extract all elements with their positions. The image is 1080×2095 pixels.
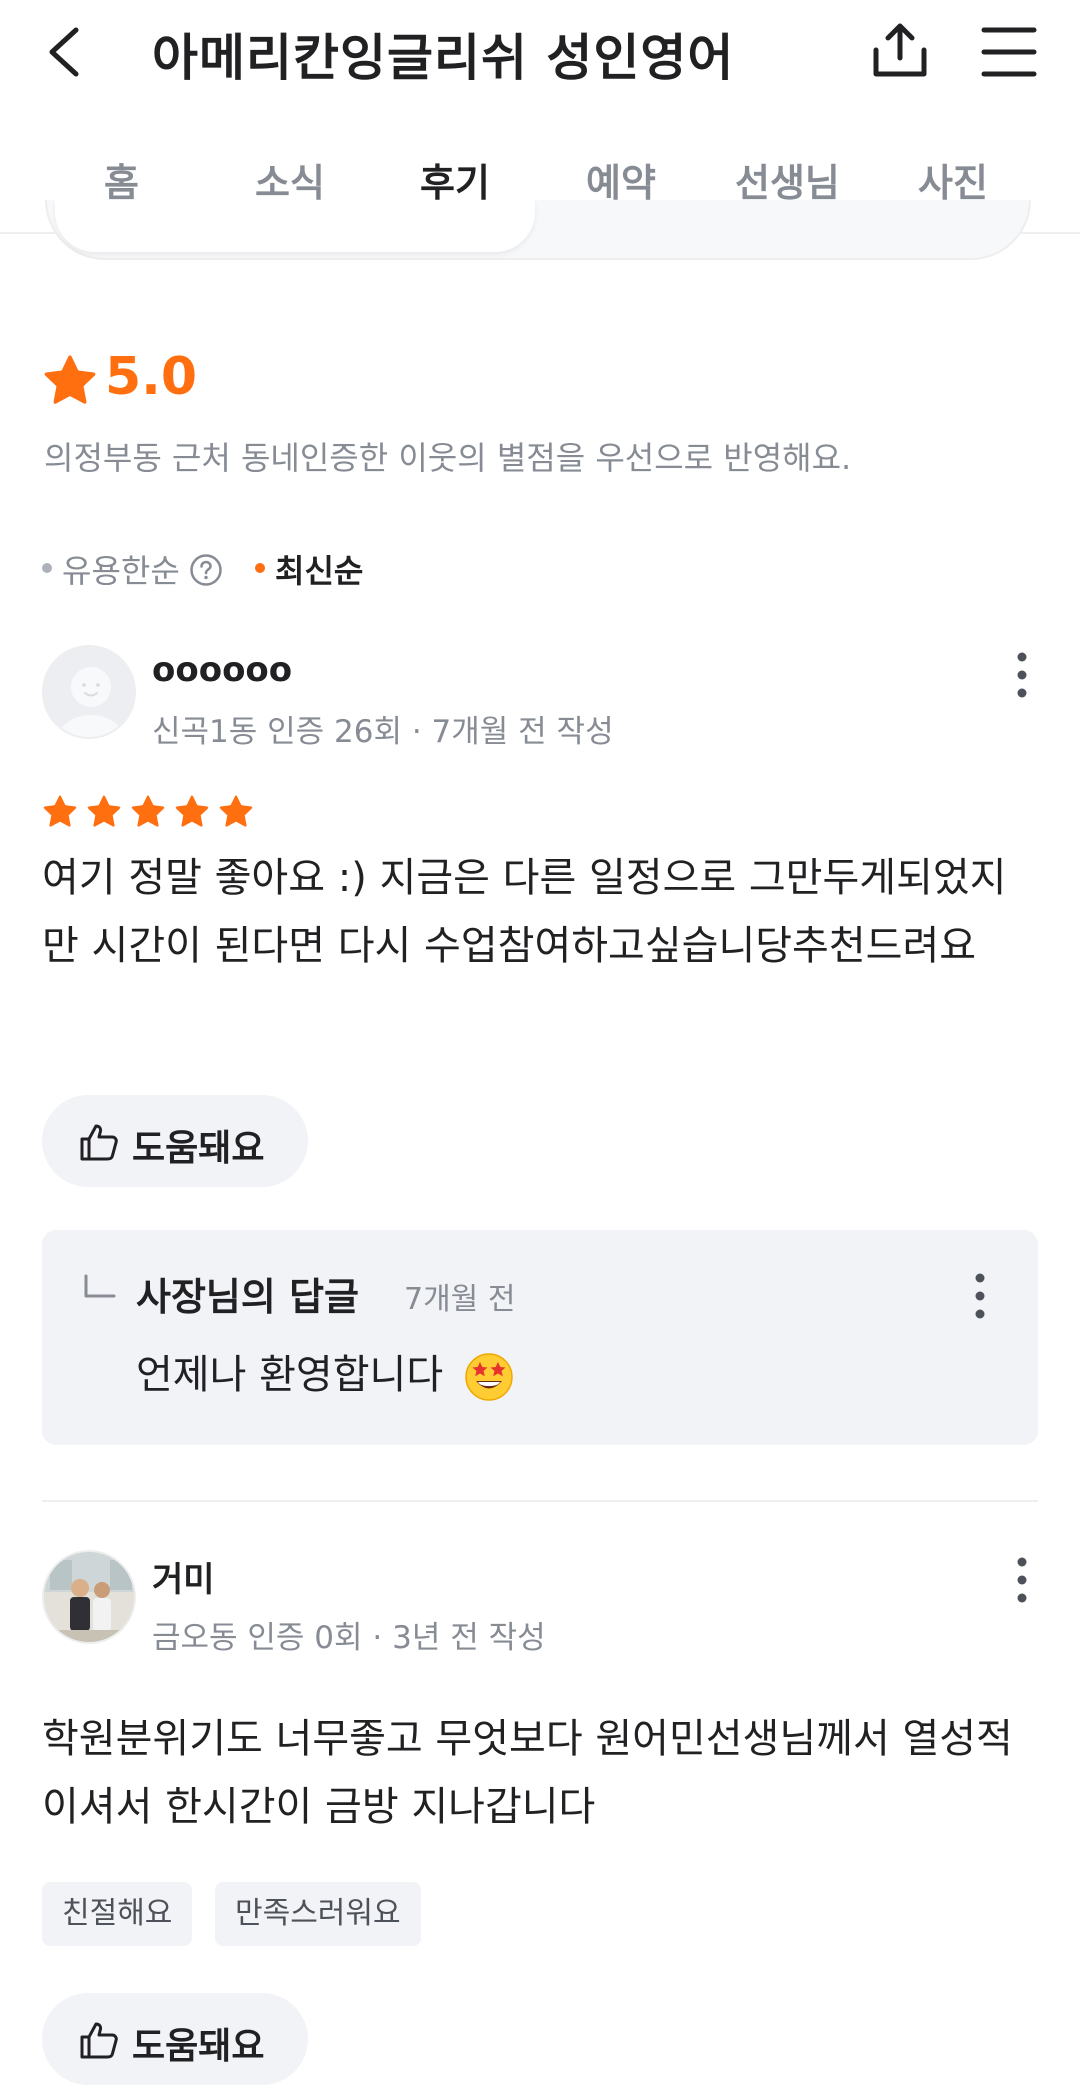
menu-button[interactable] (976, 18, 1040, 82)
review-divider (42, 1500, 1038, 1502)
reply-title: 사장님의 답글 (136, 1275, 359, 1319)
avatar[interactable] (42, 1550, 136, 1644)
page-title: 아메리칸잉글리쉬 성인영어 (152, 29, 735, 87)
tab-photos[interactable]: 사진 (918, 152, 988, 207)
segmented-control-selected-residue (55, 200, 535, 252)
sort-helpful[interactable]: 유용한순 (62, 546, 180, 592)
star-icon (219, 795, 253, 827)
star-icon (131, 795, 165, 827)
helpful-label: 도움돼요 (132, 2026, 265, 2067)
review-text: 학원분위기도 너무좋고 무엇보다 원어민선생님께서 열성적이셔서 한시간이 금방… (42, 1716, 1013, 1830)
star-struck-emoji-icon (465, 1353, 513, 1401)
tab-reviews[interactable]: 후기 (420, 152, 490, 207)
star-icon (43, 795, 77, 827)
star-icon (175, 795, 209, 827)
helpful-button[interactable]: 도움돼요 (42, 1095, 308, 1187)
tab-teachers[interactable]: 선생님 (735, 152, 840, 207)
reviewer-name[interactable]: 거미 (152, 1552, 215, 1601)
tag-chip: 친절해요 (42, 1882, 193, 1946)
reviewer-meta: 신곡1동 인증 26회 · 7개월 전 작성 (152, 714, 614, 750)
reviewer-name[interactable]: oooooo (152, 650, 292, 690)
thumbs-up-icon (80, 2022, 118, 2059)
owner-reply: 사장님의 답글 7개월 전 언제나 환영합니다 (42, 1230, 1038, 1445)
thumbs-up-icon (80, 1124, 118, 1161)
reply-time: 7개월 전 (404, 1282, 516, 1317)
more-options-icon[interactable] (1002, 1550, 1042, 1610)
profile-photo-icon (44, 1552, 134, 1642)
sort-dot (42, 563, 52, 573)
sort-dot-active (255, 563, 265, 573)
top-bar: 아메리칸잉글리쉬 성인영어 (0, 0, 1080, 105)
chevron-left-icon (49, 27, 79, 77)
reviewer-meta: 금오동 인증 0회 · 3년 전 작성 (152, 1620, 546, 1656)
default-profile-icon (44, 647, 134, 737)
sort-latest[interactable]: 최신순 (275, 546, 363, 592)
review-text: 여기 정말 좋아요 :) 지금은 다른 일정으로 그만두게되었지만 시간이 된다… (42, 855, 1007, 969)
more-options-icon[interactable] (1002, 645, 1042, 705)
rating-note: 의정부동 근처 동네인증한 이웃의 별점을 우선으로 반영해요. (44, 439, 852, 477)
reply-text: 언제나 환영합니다 (136, 1352, 444, 1398)
tag-chip: 만족스러워요 (215, 1882, 421, 1946)
back-button[interactable] (40, 22, 92, 82)
share-button[interactable] (868, 18, 932, 82)
star-icon (44, 355, 96, 404)
helpful-button[interactable]: 도움돼요 (42, 1993, 308, 2085)
tab-booking[interactable]: 예약 (586, 152, 656, 207)
share-icon (873, 23, 927, 77)
tab-home[interactable]: 홈 (104, 152, 139, 207)
helpful-label: 도움돼요 (132, 1128, 265, 1169)
rating-value: 5.0 (105, 347, 198, 407)
reply-more-options-icon[interactable] (960, 1266, 1000, 1326)
reply-text-row: 언제나 환영합니다 (136, 1342, 514, 1402)
tab-news[interactable]: 소식 (255, 152, 325, 207)
help-icon[interactable] (189, 553, 223, 587)
reply-arrow-icon (84, 1274, 116, 1298)
hamburger-menu-icon (981, 27, 1037, 77)
avatar[interactable] (42, 645, 136, 739)
star-icon (87, 795, 121, 827)
